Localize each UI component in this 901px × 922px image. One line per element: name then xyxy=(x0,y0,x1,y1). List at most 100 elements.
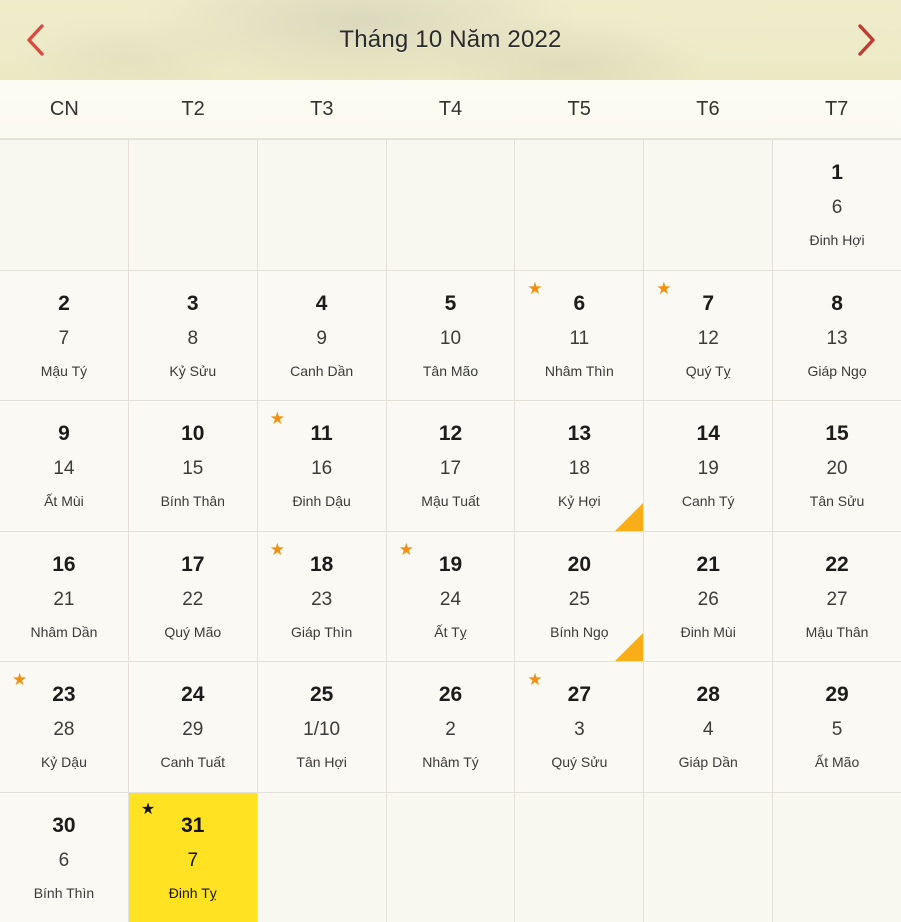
can-chi-label: Canh Tuất xyxy=(160,754,226,771)
star-icon: ★ xyxy=(398,539,414,559)
calendar-day-cell[interactable]: 14 19 Canh Tý xyxy=(644,401,773,531)
solar-day-number: 13 xyxy=(567,422,592,446)
calendar-cell-empty xyxy=(773,792,901,922)
calendar-day-cell[interactable]: 28 4 Giáp Dần xyxy=(644,662,773,792)
can-chi-label: Giáp Thìn xyxy=(291,623,353,640)
weekday-header-row: CN T2 T3 T4 T5 T6 T7 xyxy=(0,80,901,139)
calendar-cell-empty xyxy=(644,792,773,922)
calendar-day-cell[interactable]: 13 18 Kỷ Hợi xyxy=(515,401,644,531)
calendar-day-cell[interactable]: ★ 6 11 Nhâm Thìn xyxy=(515,270,644,400)
lunar-day-number: 7 xyxy=(187,849,199,871)
calendar-day-cell[interactable]: 17 22 Quý Mão xyxy=(128,531,257,661)
can-chi-label: Canh Tý xyxy=(681,493,735,510)
calendar-cell-empty xyxy=(644,140,773,270)
can-chi-label: Bính Thìn xyxy=(33,884,95,901)
chevron-left-icon xyxy=(27,24,44,56)
calendar-day-cell[interactable]: 3 8 Kỷ Sửu xyxy=(128,270,257,400)
calendar-day-cell[interactable]: 8 13 Giáp Ngọ xyxy=(773,270,901,400)
weekday-label-t7: T7 xyxy=(824,97,849,120)
calendar-day-cell[interactable]: 26 2 Nhâm Tý xyxy=(386,662,515,792)
calendar-day-cell[interactable]: 20 25 Bính Ngọ xyxy=(515,531,644,661)
lunar-day-number: 4 xyxy=(702,719,714,741)
lunar-day-number: 17 xyxy=(439,458,462,480)
calendar-cell-empty xyxy=(386,140,515,270)
solar-day-number: 28 xyxy=(696,683,720,707)
calendar-day-cell[interactable]: ★ 18 23 Giáp Thìn xyxy=(257,531,386,661)
lunar-day-number: 10 xyxy=(439,327,462,349)
lunar-day-number: 8 xyxy=(187,327,199,349)
lunar-day-number: 14 xyxy=(53,458,75,480)
lunar-day-number: 9 xyxy=(316,327,327,349)
calendar-day-cell[interactable]: ★ 31 7 Đinh Tỵ xyxy=(128,792,257,922)
lunar-day-number: 19 xyxy=(697,458,719,480)
calendar-day-cell[interactable]: 5 10 Tân Mão xyxy=(386,270,515,400)
can-chi-label: Đinh Hợi xyxy=(809,232,865,249)
calendar-cell-empty xyxy=(386,792,515,922)
can-chi-label: Đinh Mùi xyxy=(680,623,736,640)
calendar-cell-empty xyxy=(0,140,128,270)
lunar-day-number: 27 xyxy=(826,588,848,610)
weekday-label-t6: T6 xyxy=(696,97,720,120)
next-month-button[interactable] xyxy=(831,0,901,80)
prev-month-button[interactable] xyxy=(0,0,70,80)
solar-day-number: 2 xyxy=(58,291,70,315)
solar-day-number: 20 xyxy=(567,552,592,576)
calendar-day-cell[interactable]: 29 5 Ất Mão xyxy=(773,662,901,792)
calendar-day-cell[interactable]: 1 6 Đinh Hợi xyxy=(773,140,901,270)
calendar-day-cell[interactable]: ★ 11 16 Đinh Dậu xyxy=(257,401,386,531)
calendar-day-cell[interactable]: 9 14 Ất Mùi xyxy=(0,401,128,531)
solar-day-number: 1 xyxy=(831,161,843,185)
can-chi-label: Nhâm Dần xyxy=(30,623,98,640)
corner-triangle-icon xyxy=(615,633,644,661)
calendar-day-cell[interactable]: ★ 7 12 Quý Tỵ xyxy=(644,270,773,400)
corner-triangle-icon xyxy=(615,502,644,531)
lunar-day-number: 21 xyxy=(53,588,75,610)
calendar-day-cell[interactable]: 30 6 Bính Thìn xyxy=(0,792,128,922)
star-icon: ★ xyxy=(656,278,672,298)
lunar-day-number: 3 xyxy=(574,719,585,741)
solar-day-number: 5 xyxy=(444,291,457,315)
chevron-right-icon xyxy=(858,24,875,56)
calendar-day-cell[interactable]: ★ 23 28 Kỷ Dậu xyxy=(0,662,128,792)
calendar-day-cell[interactable]: ★ 19 24 Ất Tỵ xyxy=(386,531,515,661)
lunar-day-number: 12 xyxy=(697,327,719,349)
calendar-day-cell[interactable]: 16 21 Nhâm Dần xyxy=(0,531,128,661)
lunar-calendar: Tháng 10 Năm 2022 CN T2 T3 T4 T5 T6 T7 1 6 Đinh … xyxy=(0,0,901,922)
can-chi-label: Kỷ Dậu xyxy=(40,754,87,771)
solar-day-number: 25 xyxy=(309,683,334,707)
weekday-label-cn: CN xyxy=(49,97,79,120)
lunar-day-number: 6 xyxy=(58,849,70,871)
star-icon: ★ xyxy=(527,670,543,689)
calendar-day-cell[interactable]: 10 15 Bính Thân xyxy=(128,401,257,531)
can-chi-label: Ất Tỵ xyxy=(434,623,467,640)
can-chi-label: Kỷ Sửu xyxy=(169,362,217,379)
calendar-cell-empty xyxy=(257,140,386,270)
lunar-day-number: 26 xyxy=(697,588,719,610)
calendar-day-cell[interactable]: 21 26 Đinh Mùi xyxy=(644,531,773,661)
solar-day-number: 23 xyxy=(52,683,76,707)
lunar-day-number: 1/10 xyxy=(303,719,341,741)
solar-day-number: 31 xyxy=(181,813,205,837)
can-chi-label: Ất Mão xyxy=(814,754,860,771)
lunar-day-number: 29 xyxy=(182,719,204,741)
can-chi-label: Quý Mão xyxy=(164,623,222,640)
calendar-day-cell[interactable]: 22 27 Mậu Thân xyxy=(773,531,901,661)
solar-day-number: 7 xyxy=(702,291,715,315)
calendar-day-cell[interactable]: 12 17 Mậu Tuất xyxy=(386,401,515,531)
calendar-day-cell[interactable]: ★ 27 3 Quý Sửu xyxy=(515,662,644,792)
calendar-day-cell[interactable]: 25 1/10 Tân Hợi xyxy=(257,662,386,792)
calendar-day-cell[interactable]: 15 20 Tân Sửu xyxy=(773,401,901,531)
lunar-day-number: 22 xyxy=(182,588,204,610)
page-title: Tháng 10 Năm 2022 xyxy=(339,26,562,53)
solar-day-number: 15 xyxy=(825,422,849,446)
solar-day-number: 16 xyxy=(52,552,76,576)
weekday-label-t5: T5 xyxy=(567,97,591,120)
weekday-label-t2: T2 xyxy=(181,97,205,120)
can-chi-label: Tân Hợi xyxy=(296,754,347,771)
lunar-day-number: 7 xyxy=(58,327,70,349)
can-chi-label: Tân Mão xyxy=(422,362,479,379)
lunar-day-number: 25 xyxy=(568,588,590,610)
calendar-day-cell[interactable]: 2 7 Mậu Tý xyxy=(0,270,128,400)
calendar-day-cell[interactable]: 4 9 Canh Dần xyxy=(257,270,386,400)
calendar-day-cell[interactable]: 24 29 Canh Tuất xyxy=(128,662,257,792)
